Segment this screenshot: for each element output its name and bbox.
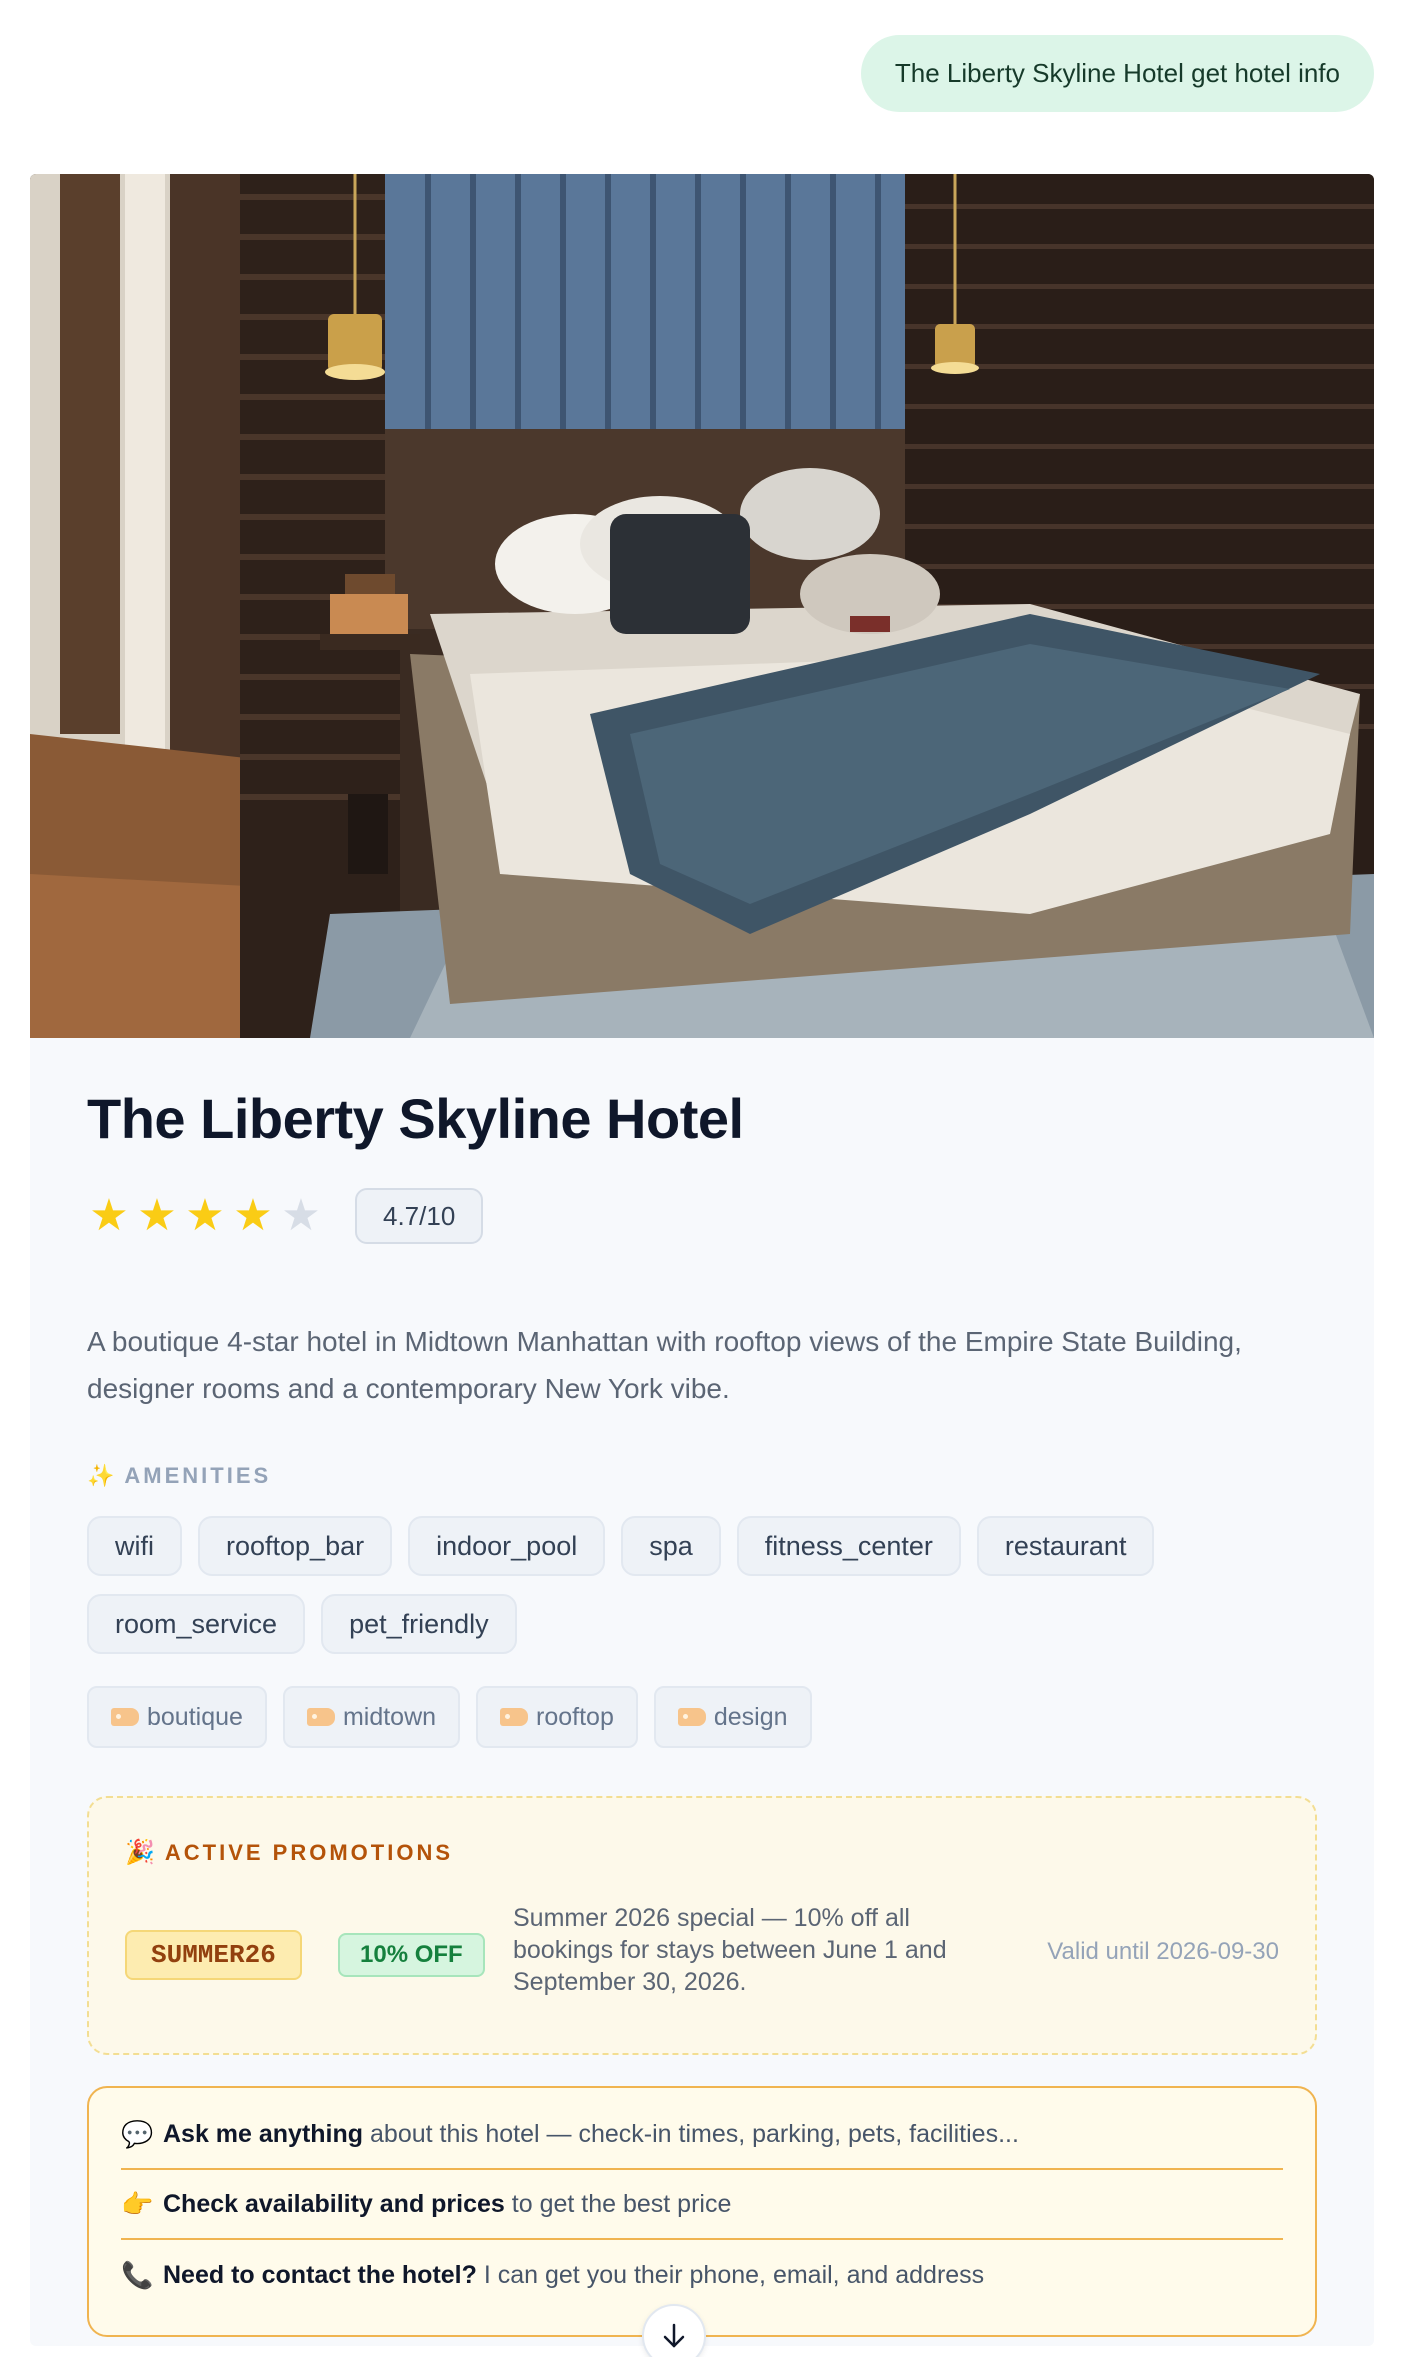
promo-code-badge[interactable]: SUMMER26 bbox=[125, 1930, 302, 1980]
tag-label: boutique bbox=[147, 1702, 243, 1731]
discount-badge: 10% OFF bbox=[338, 1933, 485, 1977]
hotel-card: The Liberty Skyline Hotel ★ ★ ★ ★ ★ 4.7/… bbox=[30, 174, 1374, 2346]
amenity-chip: restaurant bbox=[976, 1516, 1155, 1576]
sparkles-icon: ✨ bbox=[87, 1463, 115, 1488]
tag-label: rooftop bbox=[536, 1702, 614, 1731]
tag-list: boutique midtown rooftop design bbox=[87, 1686, 812, 1748]
prompt-bold: Check availability and prices bbox=[163, 2189, 505, 2218]
tag-chip: design bbox=[653, 1686, 812, 1748]
rating-row: ★ ★ ★ ★ ★ 4.7/10 bbox=[87, 1188, 484, 1244]
tag-label: midtown bbox=[342, 1702, 437, 1731]
amenity-chip: pet_friendly bbox=[321, 1594, 517, 1654]
amenity-chip: indoor_pool bbox=[408, 1516, 606, 1576]
star-filled-icon: ★ bbox=[185, 1191, 225, 1240]
user-message-bubble: The Liberty Skyline Hotel get hotel info bbox=[860, 35, 1374, 112]
tag-label: design bbox=[713, 1702, 788, 1731]
prompt-text: Ask me anything about this hotel — check… bbox=[163, 2120, 1019, 2149]
party-popper-icon: 🎉 bbox=[125, 1839, 155, 1866]
star-rating: ★ ★ ★ ★ ★ bbox=[87, 1194, 323, 1238]
star-empty-icon: ★ bbox=[281, 1191, 321, 1240]
prompt-check-availability[interactable]: 👉 Check availability and prices to get t… bbox=[121, 2170, 1283, 2240]
hotel-name: The Liberty Skyline Hotel bbox=[87, 1087, 744, 1150]
amenities-label: AMENITIES bbox=[124, 1463, 272, 1488]
prompt-contact-hotel[interactable]: 📞 Need to contact the hotel? I can get y… bbox=[121, 2240, 1283, 2310]
score-badge: 4.7/10 bbox=[355, 1188, 484, 1244]
amenities-list: wifi rooftop_bar indoor_pool spa fitness… bbox=[87, 1516, 1317, 1654]
label-tag-icon bbox=[111, 1708, 139, 1726]
promo-validity: Valid until 2026-09-30 bbox=[1047, 1938, 1279, 1965]
prompt-rest: about this hotel — check-in times, parki… bbox=[363, 2119, 1019, 2148]
promotions-box: 🎉 ACTIVE PROMOTIONS SUMMER26 10% OFF Sum… bbox=[87, 1796, 1317, 2055]
amenities-heading: ✨ AMENITIES bbox=[87, 1463, 271, 1489]
speech-bubble-icon: 💬 bbox=[121, 2118, 154, 2149]
hotel-description: A boutique 4-star hotel in Midtown Manha… bbox=[87, 1326, 1242, 1404]
amenity-chip: fitness_center bbox=[736, 1516, 961, 1576]
promotions-label: ACTIVE PROMOTIONS bbox=[164, 1839, 454, 1865]
tag-chip: midtown bbox=[282, 1686, 461, 1748]
prompt-bold: Ask me anything bbox=[163, 2119, 364, 2148]
amenity-chip: room_service bbox=[87, 1594, 306, 1654]
promo-description: Summer 2026 special — 10% off all bookin… bbox=[513, 1904, 947, 1996]
tag-chip: rooftop bbox=[476, 1686, 638, 1748]
prompt-ask-anything[interactable]: 💬 Ask me anything about this hotel — che… bbox=[121, 2100, 1283, 2170]
label-tag-icon bbox=[306, 1708, 335, 1726]
prompt-text: Need to contact the hotel? I can get you… bbox=[163, 2261, 984, 2290]
star-filled-icon: ★ bbox=[137, 1191, 177, 1240]
prompt-rest: I can get you their phone, email, and ad… bbox=[476, 2260, 985, 2289]
pointing-hand-icon: 👉 bbox=[121, 2188, 154, 2219]
hotel-hero-image bbox=[30, 174, 1374, 1038]
prompt-bold: Need to contact the hotel? bbox=[163, 2260, 477, 2289]
amenity-chip: wifi bbox=[87, 1516, 182, 1576]
prompt-text: Check availability and prices to get the… bbox=[163, 2190, 731, 2219]
amenity-chip: spa bbox=[621, 1516, 721, 1576]
star-filled-icon: ★ bbox=[233, 1191, 273, 1240]
arrow-down-icon bbox=[663, 2323, 685, 2348]
user-message-text: The Liberty Skyline Hotel get hotel info bbox=[894, 58, 1340, 88]
amenity-chip: rooftop_bar bbox=[198, 1516, 393, 1576]
promotions-heading: 🎉 ACTIVE PROMOTIONS bbox=[125, 1838, 453, 1867]
telephone-icon: 📞 bbox=[121, 2259, 154, 2290]
star-filled-icon: ★ bbox=[89, 1191, 129, 1240]
suggested-prompts: 💬 Ask me anything about this hotel — che… bbox=[87, 2086, 1317, 2337]
label-tag-icon bbox=[677, 1708, 706, 1726]
tag-chip: boutique bbox=[87, 1686, 267, 1748]
prompt-rest: to get the best price bbox=[504, 2189, 732, 2218]
label-tag-icon bbox=[500, 1708, 529, 1726]
